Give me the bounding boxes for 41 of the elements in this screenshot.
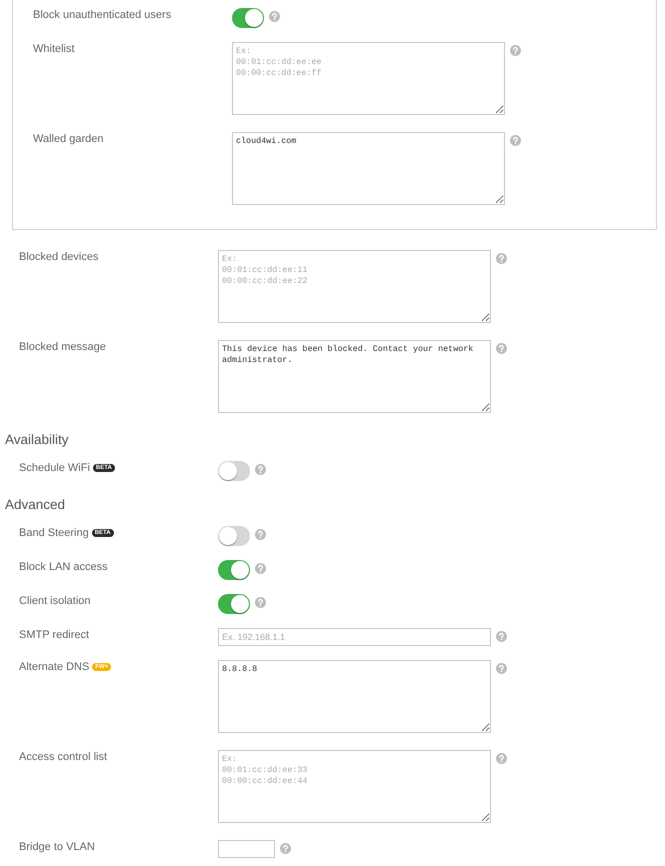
field-label: Schedule WiFi <box>19 461 90 475</box>
field-label: Blocked message <box>19 340 106 354</box>
field-label: Whitelist <box>33 42 75 56</box>
toggle-switch[interactable] <box>218 560 250 580</box>
help-icon[interactable] <box>496 753 507 764</box>
text-input[interactable] <box>218 840 275 858</box>
help-icon[interactable] <box>510 135 521 146</box>
help-icon[interactable] <box>255 529 266 540</box>
help-icon[interactable] <box>496 253 507 264</box>
help-icon[interactable] <box>269 11 280 22</box>
field-label: Bridge to VLAN <box>19 840 95 854</box>
field-label: Block LAN access <box>19 560 108 574</box>
field-label: Blocked devices <box>19 250 98 264</box>
help-icon[interactable] <box>510 45 521 56</box>
toggle-switch[interactable] <box>218 461 250 481</box>
text-area[interactable]: Ex: 00:01:cc:dd:ee:ee 00:00:cc:dd:ee:ff <box>232 42 505 115</box>
help-icon[interactable] <box>496 343 507 354</box>
field-label: Client isolation <box>19 594 91 608</box>
help-icon[interactable] <box>255 597 266 608</box>
field-label: Alternate DNS <box>19 660 90 674</box>
help-icon[interactable] <box>280 843 291 854</box>
section-heading: Advanced <box>4 496 66 514</box>
field-label: Walled garden <box>33 132 104 146</box>
help-icon[interactable] <box>255 563 266 574</box>
help-icon[interactable] <box>255 464 266 475</box>
field-label: Access control list <box>19 750 108 764</box>
field-label: SMTP redirect <box>19 628 90 642</box>
text-area[interactable]: cloud4wi.com <box>232 132 505 205</box>
text-area[interactable]: Ex: 00:01:cc:dd:ee:11 00:00:cc:dd:ee:22 <box>218 250 491 323</box>
toggle-switch[interactable] <box>218 594 250 614</box>
field-label: Band Steering <box>19 526 89 540</box>
help-icon[interactable] <box>496 663 507 674</box>
field-label: Block unauthenticated users <box>33 8 172 22</box>
section-heading: Availability <box>4 431 69 449</box>
toggle-switch[interactable] <box>232 8 264 28</box>
text-area[interactable]: 8.8.8.8 <box>218 660 491 733</box>
help-icon[interactable] <box>496 631 507 642</box>
text-area[interactable]: Ex: 00:01:cc:dd:ee:33 00:00:cc:dd:ee:44 <box>218 750 491 823</box>
text-input[interactable]: Ex. 192.168.1.1 <box>218 628 491 646</box>
text-area[interactable]: This device has been blocked. Contact your network administrator. <box>218 340 491 413</box>
toggle-switch[interactable] <box>218 526 250 546</box>
